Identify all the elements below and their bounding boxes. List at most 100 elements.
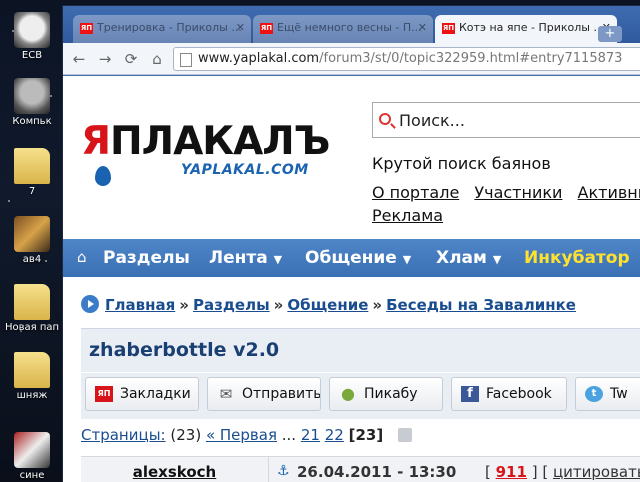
folder-icon xyxy=(14,284,50,320)
page-link-22[interactable]: 22 xyxy=(325,426,344,444)
tear-drop-icon xyxy=(95,166,111,186)
menu-item-communication[interactable]: Общение ▼ xyxy=(305,248,411,268)
menu-item-incubator[interactable]: Инкубатор xyxy=(524,248,630,268)
post-header: alexskoch ⚓ 26.04.2011 - 13:30 [ 911 ] [… xyxy=(81,456,640,482)
browser-tab-2[interactable]: ЯП Ещё немного весны - П... ✕ xyxy=(253,15,433,43)
quote-link[interactable]: цитировать xyxy=(553,463,640,481)
close-icon[interactable]: ✕ xyxy=(418,21,427,34)
envelope-icon: ✉ xyxy=(219,385,233,403)
logo-letter: Я xyxy=(81,119,111,164)
desktop-icon-new-folder[interactable]: Новая пап xyxy=(0,284,64,333)
desktop-icon-computer[interactable]: Компьк xyxy=(0,78,64,127)
menu-item-junk[interactable]: Хлам ▼ xyxy=(436,248,501,268)
yaplakal-favicon-icon: ЯП xyxy=(260,23,273,34)
search-input[interactable]: Поиск... xyxy=(372,102,640,138)
pages-ellipsis: ... xyxy=(281,426,297,444)
top-links: О портале Участники Активные xyxy=(372,183,640,202)
breadcrumb-sections[interactable]: Разделы xyxy=(193,296,270,314)
tab-title: Ещё немного весны - П... xyxy=(277,21,422,34)
page-link-21[interactable]: 21 xyxy=(301,426,320,444)
post-rating[interactable]: 911 xyxy=(496,463,527,481)
pagination: Страницы: (23) « Первая ... 21 22 [23] xyxy=(81,426,412,444)
search-placeholder: Поиск... xyxy=(399,111,465,130)
twitter-icon: t xyxy=(585,386,603,402)
desktop-icon-label: ав4 xyxy=(22,254,42,265)
play-icon xyxy=(81,295,99,313)
home-icon[interactable]: ⌂ xyxy=(77,249,93,265)
main-menu: ⌂ Разделы Лента ▼ Общение ▼ Хлам ▼ Инкуб… xyxy=(63,239,640,277)
post-author[interactable]: alexskoch xyxy=(81,457,269,482)
site-logo[interactable]: ЯПЛАКАЛЪ YAPLAKAL.COM xyxy=(81,119,330,186)
post-meta: [ 911 ] [ цитировать xyxy=(485,463,640,481)
menu-item-sections[interactable]: Разделы xyxy=(103,248,190,268)
desktop: ЕСВ Компьк 7 ав4 Новая пап шняж сине xyxy=(0,0,64,482)
facebook-button[interactable]: f Facebook xyxy=(451,377,567,411)
browser-toolbar: ← → ⟳ ⌂ www.yaplakal.com/forum3/st/0/top… xyxy=(63,43,640,75)
anchor-icon[interactable]: ⚓ xyxy=(277,463,290,479)
tab-title: Котэ на япе - Приколы ... xyxy=(459,21,604,34)
tab-strip: ЯП Тренировка - Приколы ... ✕ ЯП Ещё нем… xyxy=(63,6,640,43)
desktop-icon-label: 7 xyxy=(28,186,36,197)
link-about[interactable]: О портале xyxy=(372,183,459,202)
url-path: /forum3/st/0/topic322959.html#entry71158… xyxy=(319,51,623,66)
desktop-icon-label: шняж xyxy=(16,390,48,401)
desktop-icon-av4[interactable]: ав4 xyxy=(0,216,64,265)
logo-subtitle: YAPLAKAL.COM xyxy=(181,162,309,178)
chevron-down-icon: ▼ xyxy=(402,253,412,266)
dropdown-arrow-icon[interactable] xyxy=(397,428,412,442)
browser-tab-1[interactable]: ЯП Тренировка - Приколы ... ✕ xyxy=(73,15,251,43)
breadcrumb: Главная» Разделы» Общение» Беседы на Завали… xyxy=(81,295,576,314)
chevron-down-icon: ▼ xyxy=(273,253,283,266)
send-button[interactable]: ✉ Отправить xyxy=(207,377,321,411)
browser-window: ЯП Тренировка - Приколы ... ✕ ЯП Ещё нем… xyxy=(62,5,640,482)
reload-icon[interactable]: ⟳ xyxy=(121,50,141,68)
desktop-icon-label: Новая пап xyxy=(4,322,60,333)
address-bar[interactable]: www.yaplakal.com/forum3/st/0/topic322959… xyxy=(173,47,640,71)
web-page: ЯПЛАКАЛЪ YAPLAKAL.COM Поиск... Крутой по… xyxy=(63,76,640,482)
yp-bookmark-icon: ЯП xyxy=(95,386,113,402)
post-date: 26.04.2011 - 13:30 xyxy=(297,463,457,481)
image-icon xyxy=(14,216,50,252)
link-active[interactable]: Активные xyxy=(578,183,640,202)
pages-count: (23) xyxy=(170,426,202,444)
search-icon xyxy=(379,113,391,125)
breadcrumb-communication[interactable]: Общение xyxy=(287,296,368,314)
image-icon xyxy=(14,432,50,468)
yaplakal-favicon-icon: ЯП xyxy=(80,23,93,34)
bookmarks-button[interactable]: ЯП Закладки xyxy=(85,377,199,411)
pikabu-button[interactable]: ● Пикабу xyxy=(329,377,443,411)
link-members[interactable]: Участники xyxy=(474,183,562,202)
facebook-icon: f xyxy=(461,386,479,402)
desktop-icon-folder-7[interactable]: 7 xyxy=(0,148,64,197)
home-icon[interactable]: ⌂ xyxy=(147,50,167,68)
desktop-icon-esv[interactable]: ЕСВ xyxy=(0,12,64,61)
twitter-button[interactable]: t Tw xyxy=(575,377,640,411)
new-tab-button[interactable]: + xyxy=(598,26,622,42)
close-icon[interactable]: ✕ xyxy=(236,21,245,34)
back-arrow-icon[interactable]: ← xyxy=(69,50,89,68)
logo-word: ПЛАКАЛЪ xyxy=(110,119,330,164)
desktop-icon-label: сине xyxy=(19,470,45,481)
folder-icon xyxy=(14,352,50,388)
forward-arrow-icon[interactable]: → xyxy=(95,50,115,68)
desktop-icon-shnyazh[interactable]: шняж xyxy=(0,352,64,401)
topic-title: zhaberbottle v2.0 xyxy=(89,339,280,361)
tagline: Крутой поиск баянов xyxy=(372,154,551,173)
tab-title: Тренировка - Приколы ... xyxy=(97,21,242,34)
pages-label[interactable]: Страницы: xyxy=(81,426,166,444)
share-bar: ЯП Закладки ✉ Отправить ● Пикабу f Faceb… xyxy=(81,373,640,419)
breadcrumb-home[interactable]: Главная xyxy=(105,296,175,314)
link-advertising[interactable]: Реклама xyxy=(372,206,443,225)
folder-icon xyxy=(14,148,50,184)
computer-icon xyxy=(14,78,50,114)
browser-tab-3-active[interactable]: ЯП Котэ на япе - Приколы ... ✕ xyxy=(435,15,617,43)
chevron-down-icon: ▼ xyxy=(492,253,502,266)
first-page-link[interactable]: « Первая xyxy=(206,426,277,444)
desktop-icon-label: ЕСВ xyxy=(21,50,43,61)
pikabu-icon: ● xyxy=(341,384,355,403)
breadcrumb-forum[interactable]: Беседы на Завалинке xyxy=(386,296,576,314)
desktop-icon-sine[interactable]: сине xyxy=(0,432,64,481)
menu-item-feed[interactable]: Лента ▼ xyxy=(209,248,282,268)
current-page: [23] xyxy=(348,426,384,444)
topic-header: zhaberbottle v2.0 xyxy=(81,328,640,372)
